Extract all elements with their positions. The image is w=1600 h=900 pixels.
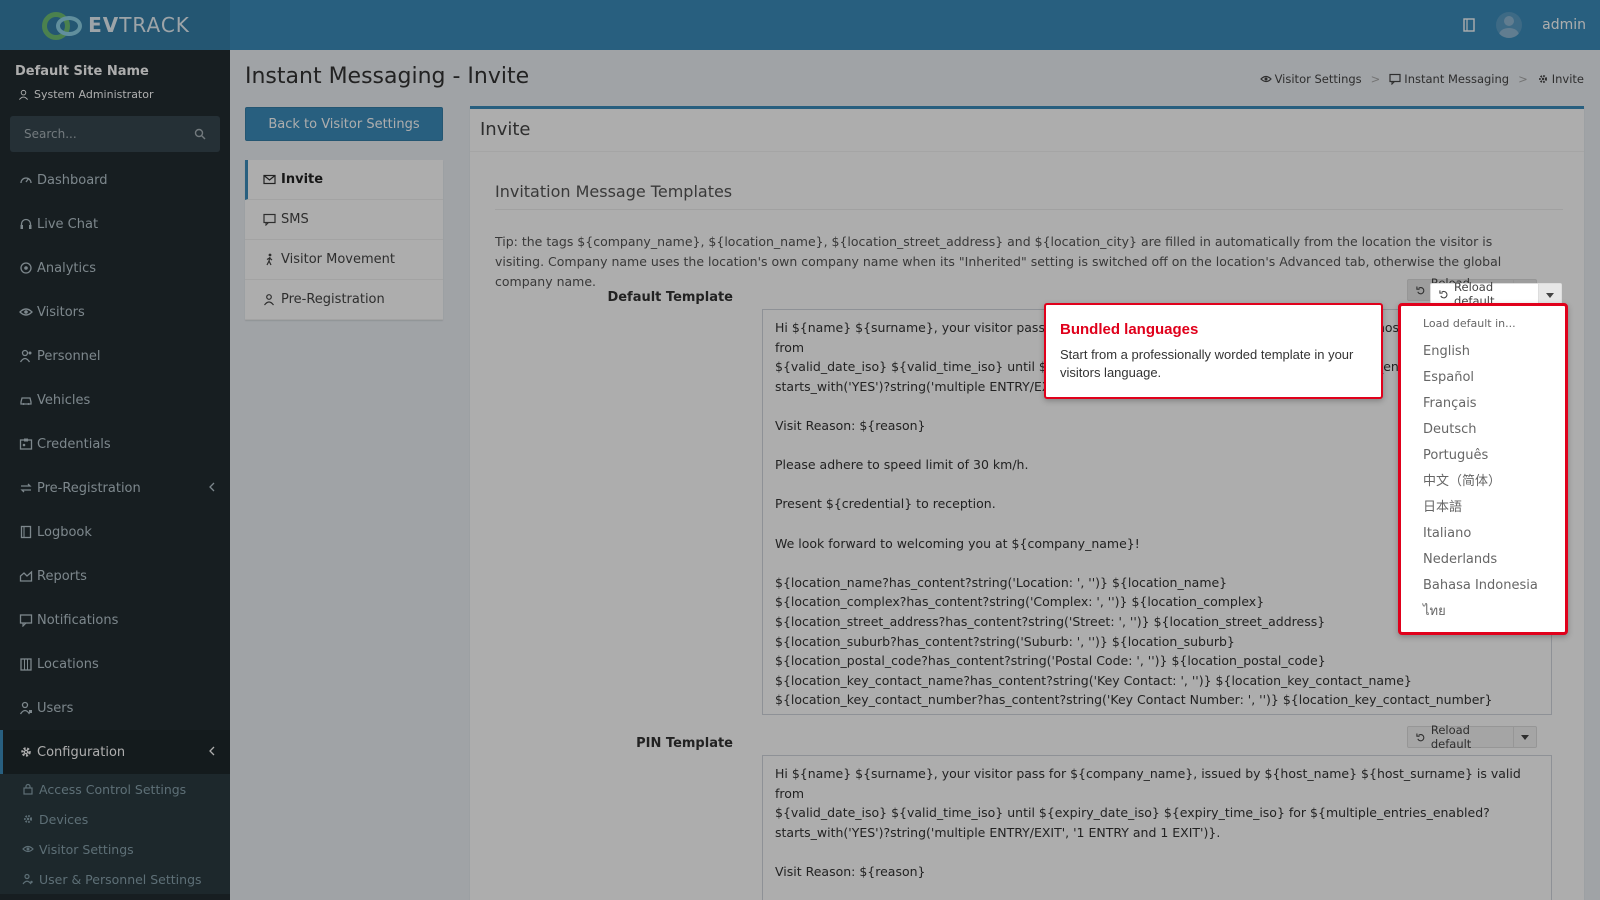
language-option-deutsch[interactable]: Deutsch: [1423, 417, 1565, 443]
language-option-japanese[interactable]: 日本語: [1423, 495, 1565, 521]
tour-callout: Bundled languages Start from a professio…: [1044, 303, 1383, 399]
caret-down-icon: [1546, 292, 1554, 298]
language-option-thai[interactable]: ไทย: [1423, 599, 1565, 625]
callout-title: Bundled languages: [1060, 321, 1199, 338]
tour-overlay: [0, 0, 1600, 900]
callout-body: Start from a professionally worded templ…: [1060, 347, 1354, 380]
language-option-francais[interactable]: Français: [1423, 391, 1565, 417]
language-option-nederlands[interactable]: Nederlands: [1423, 547, 1565, 573]
language-option-bahasa-indonesia[interactable]: Bahasa Indonesia: [1423, 573, 1565, 599]
language-option-english[interactable]: English: [1423, 339, 1565, 365]
highlight-reload-default-button[interactable]: Reload default: [1431, 280, 1539, 308]
dropdown-header: Load default in...: [1423, 317, 1516, 330]
language-option-chinese[interactable]: 中文（简体）: [1423, 469, 1565, 495]
language-option-espanol[interactable]: Español: [1423, 365, 1565, 391]
language-option-portugues[interactable]: Português: [1423, 443, 1565, 469]
undo-icon: [1439, 289, 1448, 298]
language-dropdown-menu: Load default in... English Español Franç…: [1398, 303, 1568, 635]
language-option-italiano[interactable]: Italiano: [1423, 521, 1565, 547]
